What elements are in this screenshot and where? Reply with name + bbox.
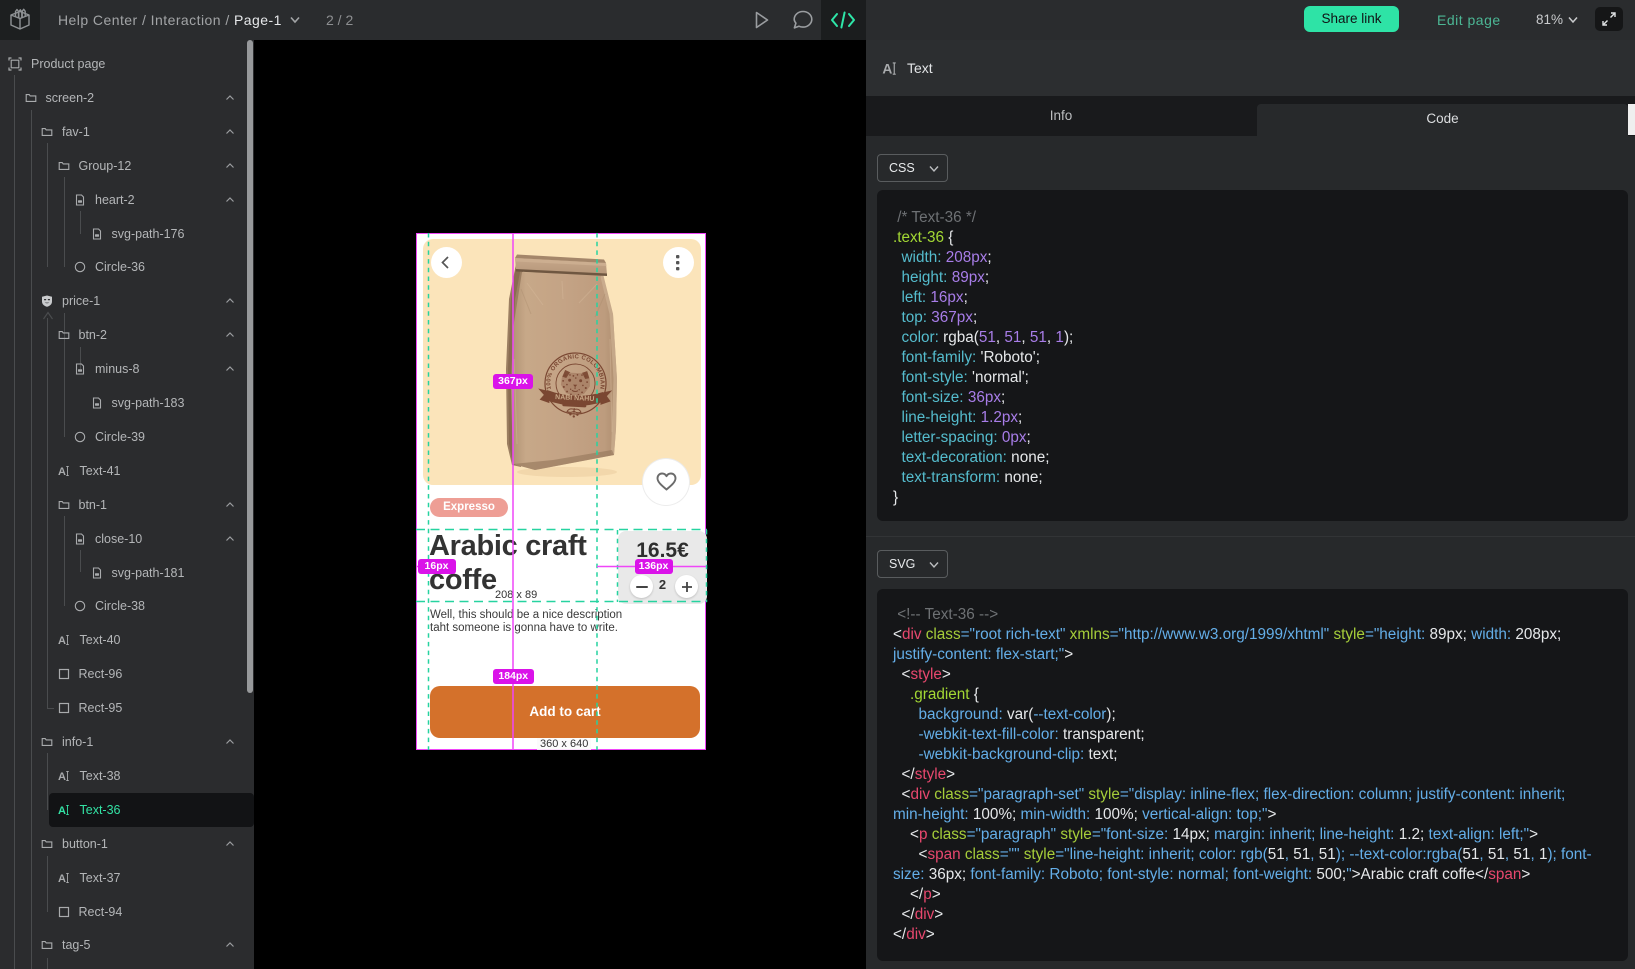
svg-text:A: A xyxy=(58,805,66,816)
svg-text:A: A xyxy=(882,62,892,77)
